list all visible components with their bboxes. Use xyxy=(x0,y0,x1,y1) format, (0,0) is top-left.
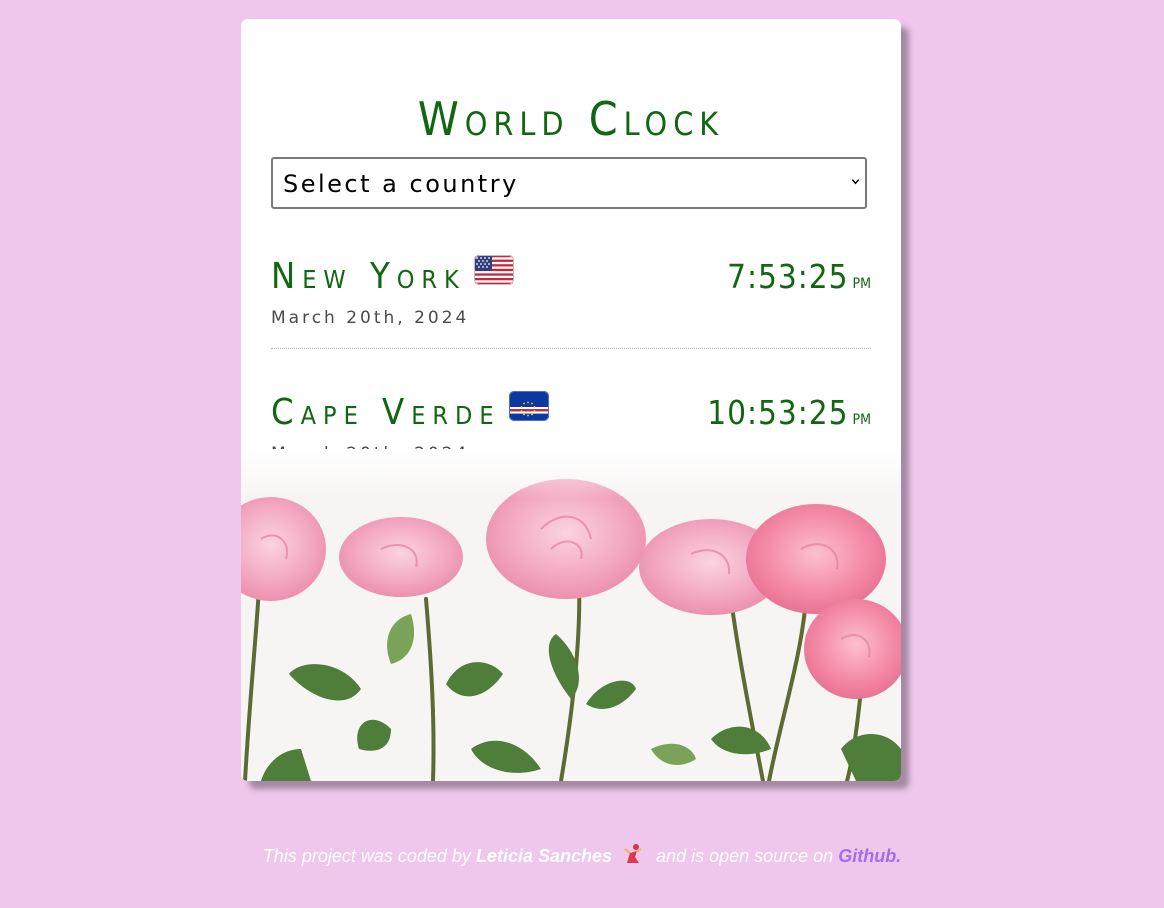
city-time: 10:53:25 PM xyxy=(707,390,871,443)
time-ampm: PM xyxy=(852,412,871,428)
city-row-new-york: New York March 20th, 2024 7:53:25 PM xyxy=(271,254,871,344)
country-select-value: Select a country xyxy=(283,170,519,198)
app-title: World Clock xyxy=(417,92,725,146)
github-link[interactable]: Github. xyxy=(838,846,901,866)
time-value: 10:53:25 xyxy=(707,393,849,432)
time-ampm: PM xyxy=(852,276,871,292)
world-clock-card: World Clock Select a country New York Ma… xyxy=(241,19,901,781)
city-divider xyxy=(271,348,871,349)
city-date: March 20th, 2024 xyxy=(271,308,470,328)
city-name: New York xyxy=(271,256,466,297)
cape-verde-flag-icon xyxy=(508,387,549,433)
footer-prefix: This project was coded by xyxy=(262,845,471,866)
time-value: 7:53:25 xyxy=(727,257,849,296)
chevron-down-icon xyxy=(851,179,860,185)
city-time: 7:53:25 PM xyxy=(727,254,871,307)
footer: This project was coded by Leticia Sanche… xyxy=(0,843,1164,871)
footer-middle: and is open source on xyxy=(656,845,834,866)
woman-dancing-icon xyxy=(623,843,643,871)
city-name: Cape Verde xyxy=(271,392,501,433)
footer-author: Leticia Sanches xyxy=(475,845,613,866)
us-flag-icon xyxy=(473,251,514,297)
roses-background-image xyxy=(241,449,901,781)
country-select[interactable]: Select a country xyxy=(271,157,867,209)
